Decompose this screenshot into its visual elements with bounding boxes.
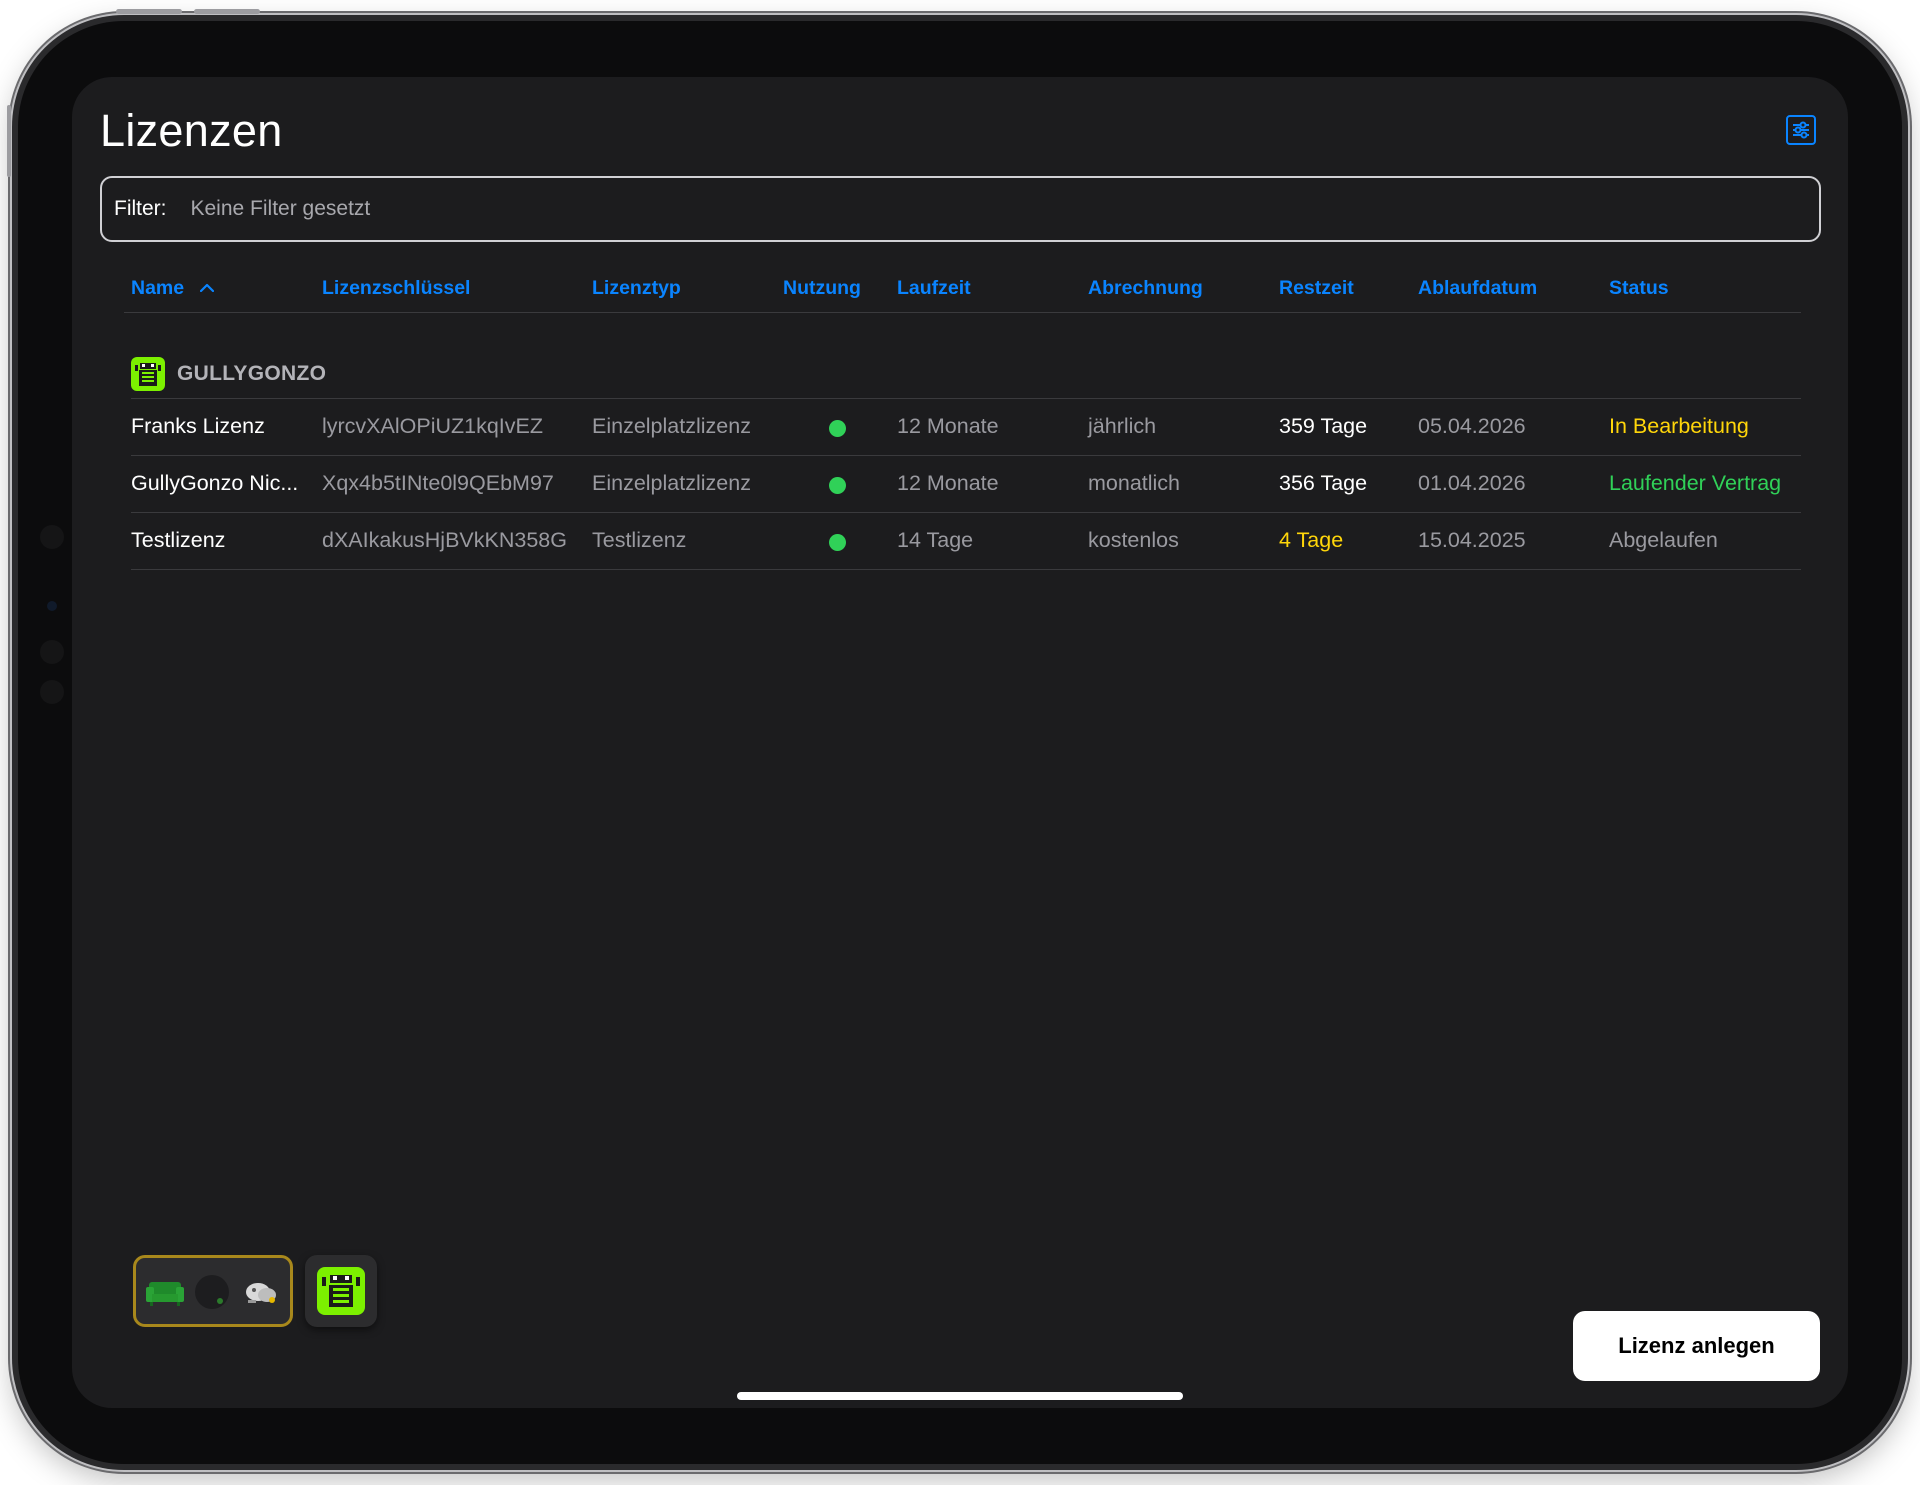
row-license-key: Xqx4b5tINte0l9QEbM97 bbox=[322, 471, 554, 495]
camera-dot-2 bbox=[47, 601, 57, 611]
create-license-button[interactable]: Lizenz anlegen bbox=[1573, 1311, 1820, 1381]
robot-app-icon bbox=[246, 1283, 276, 1303]
gullygonzo-app-icon[interactable] bbox=[305, 1255, 377, 1327]
status-badge: Laufender Vertrag bbox=[1609, 471, 1782, 495]
row-divider bbox=[131, 512, 1801, 513]
status-badge: In Bearbeitung bbox=[1609, 414, 1749, 438]
column-header-type[interactable]: Lizenztyp bbox=[592, 277, 681, 300]
row-billing: jährlich bbox=[1088, 414, 1157, 438]
row-license-type: Einzelplatzlizenz bbox=[592, 414, 751, 438]
app-group-folder[interactable] bbox=[133, 1255, 293, 1327]
filter-field[interactable]: Filter: Keine Filter gesetzt bbox=[100, 176, 1821, 242]
camera-dot-3 bbox=[40, 640, 64, 664]
table-row[interactable]: Franks Lizenz lyrcvXAlOPiUZ1kqIvEZ Einze… bbox=[72, 400, 1848, 456]
row-remaining: 356 Tage bbox=[1279, 471, 1368, 495]
group-divider bbox=[131, 398, 1801, 399]
sliders-icon bbox=[1793, 121, 1809, 139]
row-remaining: 359 Tage bbox=[1279, 414, 1368, 438]
column-header-usage[interactable]: Nutzung bbox=[783, 277, 861, 300]
column-header-name[interactable]: Name bbox=[131, 277, 214, 300]
table-row[interactable]: Testlizenz dXAIkakusHjBVkKN358G Testlize… bbox=[72, 514, 1848, 570]
column-header-remaining[interactable]: Restzeit bbox=[1279, 277, 1354, 300]
column-header-expiry[interactable]: Ablaufdatum bbox=[1418, 277, 1537, 300]
filter-settings-button[interactable] bbox=[1786, 115, 1816, 145]
usage-active-indicator bbox=[829, 477, 846, 494]
table-row[interactable]: GullyGonzo Nic... Xqx4b5tINte0l9QEbM97 E… bbox=[72, 457, 1848, 513]
column-header-status[interactable]: Status bbox=[1609, 277, 1669, 300]
row-name: GullyGonzo Nic... bbox=[131, 471, 299, 495]
sort-ascending-icon bbox=[199, 283, 214, 292]
group-label: GULLYGONZO bbox=[177, 362, 327, 385]
row-billing: monatlich bbox=[1088, 471, 1181, 495]
filter-value: Keine Filter gesetzt bbox=[190, 197, 371, 220]
header-divider bbox=[124, 312, 1801, 313]
side-button bbox=[7, 105, 11, 177]
column-header-duration[interactable]: Laufzeit bbox=[897, 277, 971, 300]
volume-button-top-2 bbox=[194, 9, 260, 14]
row-expiry: 15.04.2025 bbox=[1418, 528, 1526, 552]
camera-dot-1 bbox=[40, 525, 64, 549]
row-divider bbox=[131, 569, 1801, 570]
row-remaining: 4 Tage bbox=[1279, 528, 1344, 552]
status-badge: Abgelaufen bbox=[1609, 528, 1718, 552]
row-expiry: 05.04.2026 bbox=[1418, 414, 1526, 438]
row-license-key: lyrcvXAlOPiUZ1kqIvEZ bbox=[322, 414, 544, 438]
page-title: Lizenzen bbox=[100, 105, 283, 156]
row-name: Franks Lizenz bbox=[131, 414, 265, 438]
row-duration: 14 Tage bbox=[897, 528, 974, 552]
column-header-key[interactable]: Lizenzschlüssel bbox=[322, 277, 470, 300]
row-name: Testlizenz bbox=[131, 528, 226, 552]
row-duration: 12 Monate bbox=[897, 471, 999, 495]
filter-label: Filter: bbox=[114, 197, 167, 220]
gullygonzo-group-icon bbox=[131, 357, 165, 391]
usage-active-indicator bbox=[829, 534, 846, 551]
row-expiry: 01.04.2026 bbox=[1418, 471, 1526, 495]
home-indicator[interactable] bbox=[737, 1392, 1183, 1400]
row-divider bbox=[131, 455, 1801, 456]
volume-button-top-1 bbox=[116, 9, 182, 14]
row-license-type: Einzelplatzlizenz bbox=[592, 471, 751, 495]
row-license-key: dXAIkakusHjBVkKN358G bbox=[322, 528, 567, 552]
column-header-billing[interactable]: Abrechnung bbox=[1088, 277, 1203, 300]
camera-dot-4 bbox=[40, 680, 64, 704]
app-screen: Lizenzen Filter: Keine Filter gesetzt Na… bbox=[72, 77, 1848, 1408]
sofa-app-icon bbox=[146, 1282, 184, 1306]
usage-active-indicator bbox=[829, 420, 846, 437]
row-license-type: Testlizenz bbox=[592, 528, 687, 552]
row-duration: 12 Monate bbox=[897, 414, 999, 438]
row-billing: kostenlos bbox=[1088, 528, 1179, 552]
dark-app-icon bbox=[195, 1275, 229, 1309]
column-header-name-label: Name bbox=[131, 277, 185, 299]
